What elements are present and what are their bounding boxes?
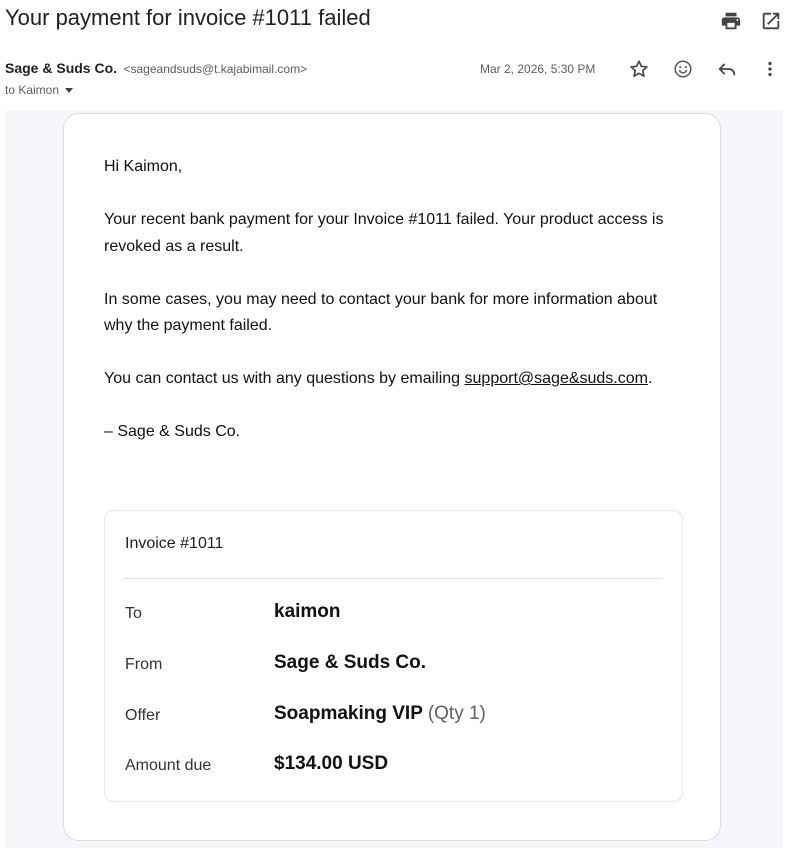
invoice-label: Offer xyxy=(125,707,161,724)
recipient-label: to Kaimon xyxy=(5,83,60,97)
signature: – Sage & Suds Co. xyxy=(104,423,241,440)
invoice-value-offer: Soapmaking VIP (Qty 1) xyxy=(274,703,486,725)
support-email-link[interactable]: support@sage&suds.com xyxy=(465,370,648,387)
print-icon[interactable] xyxy=(720,10,742,32)
message-body: Hi Kaimon, Your recent bank payment for … xyxy=(104,154,684,472)
invoice-row-amount-due: Amount due $134.00 USD xyxy=(125,753,645,781)
email-date: Mar 2, 2026, 5:30 PM xyxy=(480,62,596,76)
sender-line: Sage & Suds Co. <sageandsuds@t.kajabimai… xyxy=(5,60,307,78)
offer-name: Soapmaking VIP xyxy=(274,703,423,724)
invoice-label: Amount due xyxy=(125,757,212,774)
invoice-row-to: To kaimon xyxy=(125,601,645,629)
recipient-details-toggle[interactable]: to Kaimon xyxy=(5,83,74,97)
invoice-divider xyxy=(124,578,662,579)
invoice-title: Invoice #1011 xyxy=(125,535,224,552)
open-in-new-window-icon[interactable] xyxy=(760,10,782,32)
more-vert-icon[interactable] xyxy=(759,58,781,80)
sender-name[interactable]: Sage & Suds Co. xyxy=(5,60,117,76)
message-card: Hi Kaimon, Your recent bank payment for … xyxy=(63,113,721,841)
invoice-row-from: From Sage & Suds Co. xyxy=(125,652,645,680)
star-icon[interactable] xyxy=(628,58,650,80)
greeting: Hi Kaimon, xyxy=(104,158,183,175)
subject-heading: Your payment for invoice #1011 failed xyxy=(5,5,371,30)
emoji-reaction-icon[interactable] xyxy=(672,58,694,80)
reply-icon[interactable] xyxy=(716,58,738,80)
chevron-down-icon xyxy=(65,88,74,93)
invoice-label: To xyxy=(125,605,142,622)
invoice-value: kaimon xyxy=(274,601,341,622)
contact-text-end: . xyxy=(647,370,653,387)
invoice-value: Sage & Suds Co. xyxy=(274,652,427,673)
paragraph-payment-failed: Your recent bank payment for your Invoic… xyxy=(104,211,664,255)
paragraph-contact-us: You can contact us with any questions by… xyxy=(104,366,684,393)
invoice-value: $134.00 USD xyxy=(274,753,389,774)
sender-email: <sageandsuds@t.kajabimail.com> xyxy=(123,62,308,76)
invoice-row-offer: Offer Soapmaking VIP (Qty 1) xyxy=(125,703,645,731)
contact-text: You can contact us with any questions by… xyxy=(104,370,461,387)
paragraph-contact-bank: In some cases, you may need to contact y… xyxy=(104,290,658,335)
offer-quantity: (Qty 1) xyxy=(427,703,486,724)
invoice-box: Invoice #1011 To kaimon From Sage & Suds… xyxy=(104,510,683,802)
invoice-label: From xyxy=(125,656,163,673)
